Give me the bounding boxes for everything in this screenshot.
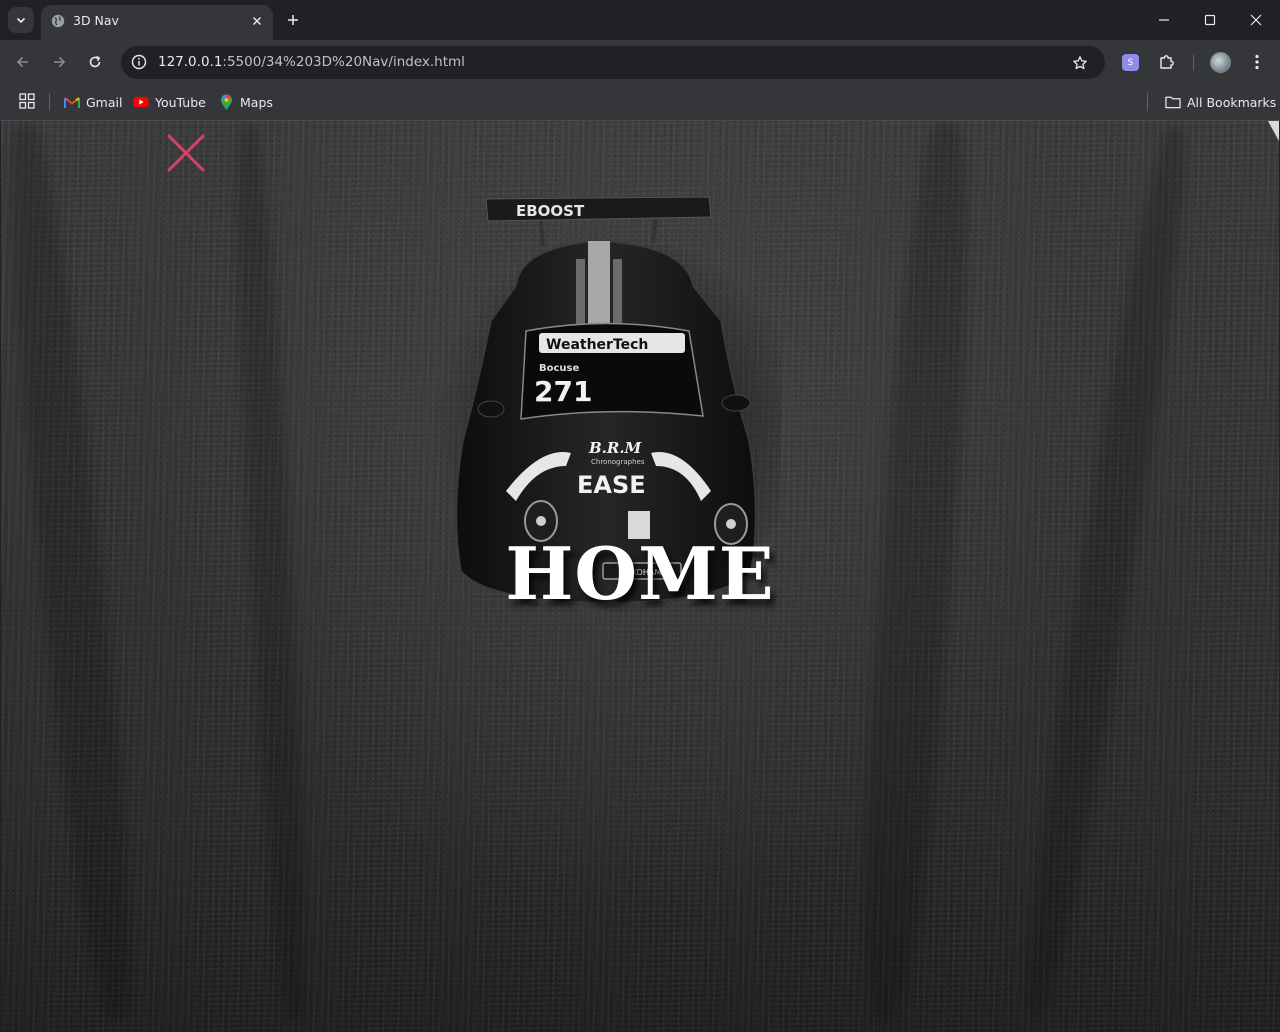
more-vertical-icon: [1255, 54, 1259, 70]
extension-icon[interactable]: S: [1122, 54, 1139, 71]
star-icon: [1073, 56, 1087, 70]
reload-button[interactable]: [81, 48, 109, 76]
toolbar-divider: [1193, 55, 1194, 71]
hood-sub: Chronographes: [591, 458, 645, 466]
roof-stripe: [576, 259, 585, 329]
all-bookmarks-label: All Bookmarks: [1187, 94, 1277, 110]
apps-button[interactable]: [18, 92, 36, 110]
url-text: 127.0.0.1:5500/34%203D%20Nav/index.html: [158, 54, 465, 70]
minimize-icon: [1159, 19, 1169, 21]
youtube-icon: [133, 94, 149, 110]
globe-icon: [51, 14, 65, 28]
gmail-icon: [64, 94, 80, 110]
driver-name: Bocuse: [539, 363, 579, 374]
apps-grid-icon: [19, 93, 35, 109]
site-info-button[interactable]: [129, 52, 149, 72]
roof-stripe: [588, 241, 610, 331]
bookmark-label: YouTube: [155, 94, 206, 110]
extensions-button[interactable]: [1156, 51, 1178, 73]
page-viewport: EBOOST WeatherTech Bocuse 271 B.R.M Chro…: [1, 121, 1279, 1031]
tab-search-button[interactable]: [8, 7, 34, 33]
arrow-left-icon: [16, 56, 28, 68]
bookmark-maps[interactable]: Maps: [218, 90, 273, 114]
arrow-right-icon: [54, 56, 66, 68]
headlight-lens: [536, 516, 546, 526]
url-path: :5500/34%203D%20Nav/index.html: [222, 54, 465, 70]
folder-icon: [1165, 94, 1181, 110]
page-heading: HOME: [505, 531, 775, 616]
bookmarks-divider: [49, 93, 50, 111]
bookmark-star-button[interactable]: [1069, 52, 1091, 74]
bookmark-youtube[interactable]: YouTube: [133, 90, 206, 114]
all-bookmarks-button[interactable]: All Bookmarks: [1165, 90, 1276, 114]
profile-avatar[interactable]: [1210, 52, 1231, 73]
browser-tab[interactable]: 3D Nav: [41, 5, 273, 40]
info-icon: [131, 54, 147, 70]
bookmarks-divider: [1147, 93, 1148, 111]
puzzle-icon: [1160, 55, 1174, 69]
close-icon: [1250, 14, 1262, 26]
browser-menu-button[interactable]: [1247, 51, 1267, 73]
left-mirror: [477, 400, 505, 418]
roof-stripe: [613, 259, 622, 329]
new-tab-button[interactable]: [282, 9, 304, 31]
window-close-button[interactable]: [1242, 6, 1270, 34]
close-icon: [253, 17, 261, 25]
browser-toolbar: 127.0.0.1:5500/34%203D%20Nav/index.html …: [0, 40, 1280, 84]
tab-strip: 3D Nav: [0, 0, 1280, 40]
bookmarks-bar: Gmail YouTube Maps All Bookmarks: [0, 84, 1280, 121]
reload-icon: [89, 55, 101, 68]
forward-button[interactable]: [45, 48, 73, 76]
maps-icon: [218, 94, 234, 110]
bookmark-label: Maps: [240, 94, 273, 110]
maximize-button[interactable]: [1196, 6, 1224, 34]
windshield-decal: WeatherTech: [546, 337, 648, 353]
bookmark-gmail[interactable]: Gmail: [64, 90, 122, 114]
tab-title: 3D Nav: [73, 13, 119, 28]
right-mirror: [721, 394, 751, 412]
car-number: 271: [534, 375, 592, 408]
tab-close-button[interactable]: [248, 12, 266, 30]
minimize-button[interactable]: [1150, 6, 1178, 34]
url-host: 127.0.0.1: [158, 54, 223, 70]
hood-main-decal: EASE: [577, 471, 646, 499]
maximize-icon: [1204, 14, 1216, 26]
chevron-down-icon: [16, 17, 26, 24]
corner-decoration: [1268, 121, 1279, 141]
headlight-lens: [726, 519, 736, 529]
wing-decal: EBOOST: [516, 202, 585, 220]
close-menu-icon[interactable]: [165, 132, 207, 174]
bookmark-label: Gmail: [86, 94, 123, 110]
plus-icon: [288, 15, 298, 25]
back-button[interactable]: [9, 48, 37, 76]
address-bar[interactable]: 127.0.0.1:5500/34%203D%20Nav/index.html: [121, 46, 1105, 79]
hood-brand: B.R.M: [588, 439, 642, 457]
